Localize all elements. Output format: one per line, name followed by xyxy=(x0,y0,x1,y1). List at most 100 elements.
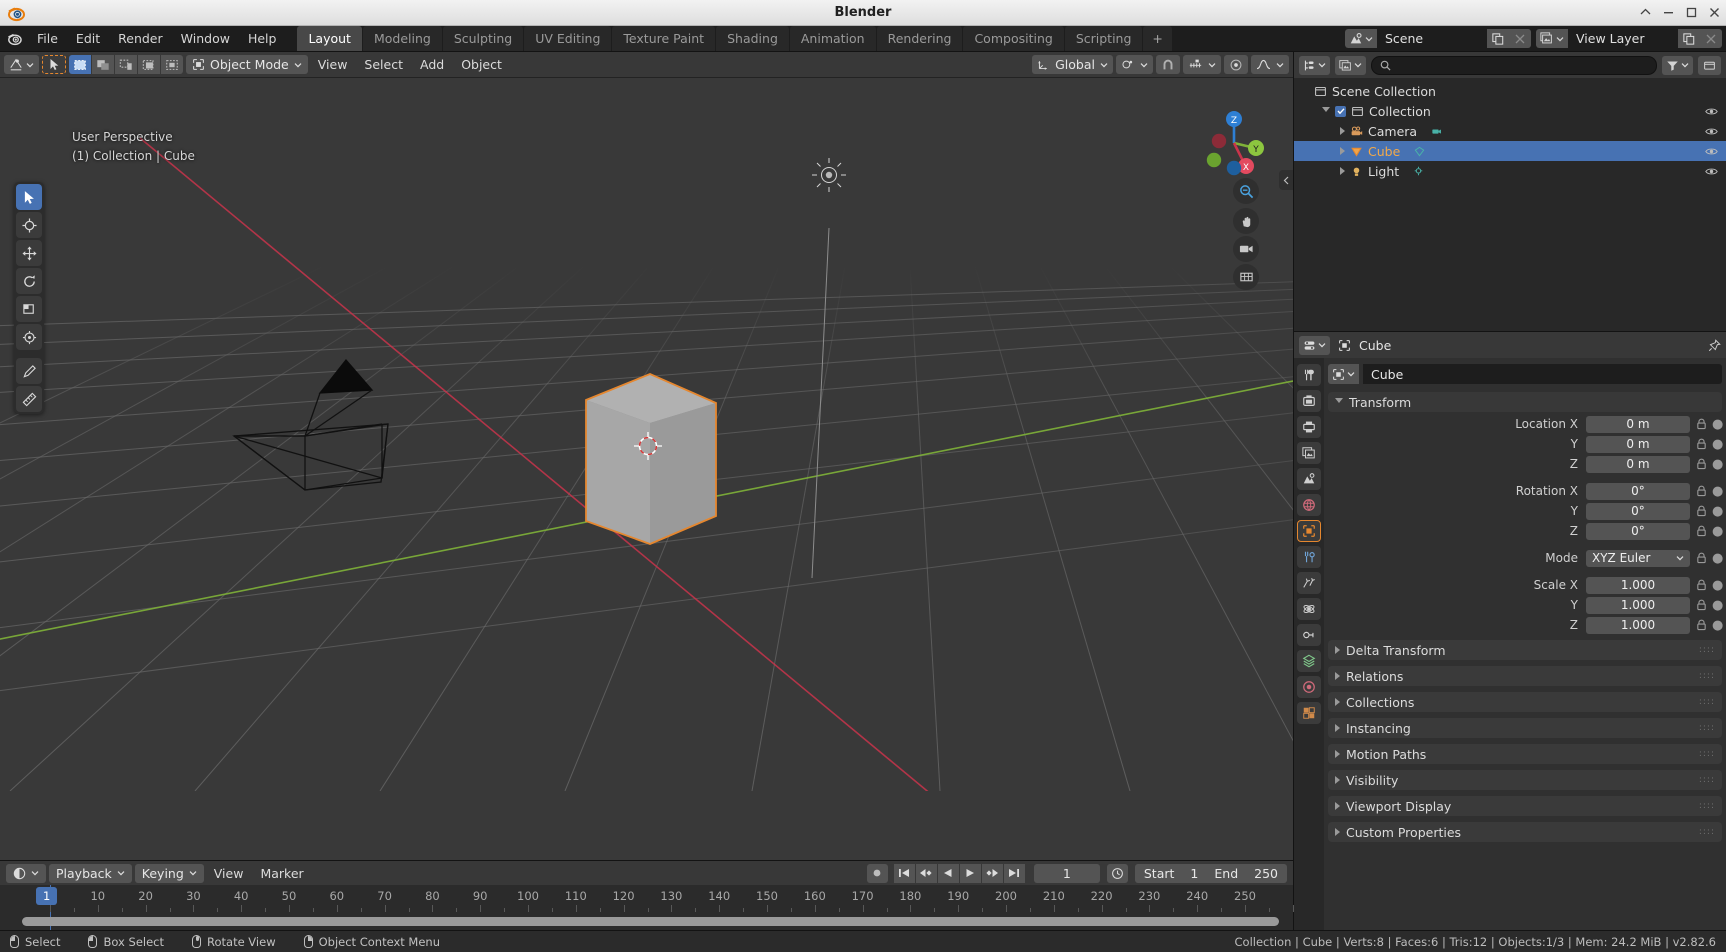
frame-range[interactable]: Start 1 End 250 xyxy=(1134,863,1287,883)
jump-start-icon[interactable] xyxy=(893,863,915,883)
field-value[interactable]: 1.000 xyxy=(1586,576,1690,594)
select-extend-icon[interactable] xyxy=(92,55,114,74)
transform-orientation-selector[interactable]: Global xyxy=(1032,55,1113,74)
start-value[interactable]: 1 xyxy=(1190,866,1198,881)
lock-icon[interactable] xyxy=(1694,417,1708,431)
animate-property-dot-icon[interactable]: ● xyxy=(1712,598,1723,613)
tab-shading[interactable]: Shading xyxy=(716,26,789,51)
window-controls[interactable] xyxy=(1640,7,1720,18)
transform-panel-header[interactable]: Transform xyxy=(1328,392,1722,412)
field-value[interactable]: 0 m xyxy=(1586,435,1690,453)
output-tab[interactable] xyxy=(1297,416,1321,438)
data-tab[interactable] xyxy=(1297,650,1321,672)
select-intersect-icon[interactable] xyxy=(161,55,183,74)
lock-icon[interactable] xyxy=(1694,504,1708,518)
object-icon[interactable] xyxy=(1328,364,1359,384)
tab-layout[interactable]: Layout xyxy=(297,26,362,51)
mesh-data-icon[interactable] xyxy=(1414,146,1425,157)
panel-delta-transform[interactable]: Delta Transform:::: xyxy=(1328,640,1722,660)
lock-icon[interactable] xyxy=(1694,437,1708,451)
menu-window[interactable]: Window xyxy=(172,26,239,51)
object-name-field[interactable]: Cube xyxy=(1363,364,1722,384)
navigation-gizmo[interactable]: Z Y X xyxy=(1199,108,1269,178)
visibility-eye-icon[interactable] xyxy=(1705,146,1718,157)
scene-selector[interactable]: Scene xyxy=(1345,29,1531,48)
select-subtract-icon[interactable] xyxy=(115,55,137,74)
new-view-layer-button[interactable] xyxy=(1678,29,1700,48)
filter-id-icon[interactable] xyxy=(1335,55,1366,75)
3d-viewport[interactable]: User Perspective (1) Collection | Cube Z… xyxy=(0,78,1293,860)
transform-tool[interactable] xyxy=(16,324,42,350)
rotate-tool[interactable] xyxy=(16,268,42,294)
chevron-down-icon[interactable] xyxy=(1322,106,1330,116)
lock-icon[interactable] xyxy=(1694,484,1708,498)
play-reverse-icon[interactable] xyxy=(937,863,959,883)
end-value[interactable]: 250 xyxy=(1254,866,1278,881)
field-value[interactable]: 1.000 xyxy=(1586,616,1690,634)
view-layer-name-field[interactable]: View Layer xyxy=(1568,29,1678,48)
camera-view-icon[interactable] xyxy=(1233,236,1259,262)
field-value[interactable]: 1.000 xyxy=(1586,596,1690,614)
animate-property-dot-icon[interactable]: ● xyxy=(1712,457,1723,472)
current-frame-field[interactable]: 1 xyxy=(1033,863,1100,883)
outliner-row-cube[interactable]: Cube xyxy=(1294,141,1726,161)
lock-icon[interactable] xyxy=(1694,598,1708,612)
panel-custom-properties[interactable]: Custom Properties:::: xyxy=(1328,822,1722,842)
outliner-row-scene-collection[interactable]: Scene Collection xyxy=(1294,81,1726,101)
animate-property-dot-icon[interactable]: ● xyxy=(1712,484,1723,499)
falloff-selector[interactable] xyxy=(1251,55,1289,74)
panel-viewport-display[interactable]: Viewport Display:::: xyxy=(1328,796,1722,816)
viewport-menu-object[interactable]: Object xyxy=(454,55,509,75)
object-mode-selector[interactable]: Object Mode xyxy=(186,55,308,74)
field-value[interactable]: 0 m xyxy=(1586,415,1690,433)
scale-tool[interactable] xyxy=(16,296,42,322)
record-icon[interactable] xyxy=(866,863,888,883)
menu-help[interactable]: Help xyxy=(239,26,286,51)
particles-tab[interactable] xyxy=(1297,572,1321,594)
window-extra-icon[interactable] xyxy=(1640,7,1651,18)
timeline-scrollbar[interactable] xyxy=(22,917,1279,926)
play-icon[interactable] xyxy=(959,863,981,883)
view-layer-tab[interactable] xyxy=(1297,442,1321,464)
playhead[interactable]: 1 xyxy=(36,887,58,905)
animate-property-dot-icon[interactable]: ● xyxy=(1712,504,1723,519)
timeline-keying-menu[interactable]: Keying xyxy=(134,863,204,883)
field-value[interactable]: 0° xyxy=(1586,522,1690,540)
constraints-tab[interactable] xyxy=(1297,624,1321,646)
object-tab[interactable] xyxy=(1297,520,1321,542)
panel-motion-paths[interactable]: Motion Paths:::: xyxy=(1328,744,1722,764)
new-scene-button[interactable] xyxy=(1487,29,1509,48)
add-workspace-button[interactable]: + xyxy=(1143,26,1172,51)
jump-end-icon[interactable] xyxy=(1003,863,1025,883)
timeline-editor-icon[interactable] xyxy=(6,863,46,883)
lock-icon[interactable] xyxy=(1694,457,1708,471)
auto-key-clock-icon[interactable] xyxy=(1106,863,1128,883)
select-box-icon[interactable] xyxy=(69,55,91,74)
viewport-menu-add[interactable]: Add xyxy=(413,55,451,75)
measure-tool[interactable] xyxy=(16,386,42,412)
field-value[interactable]: 0 m xyxy=(1586,455,1690,473)
blender-icon[interactable] xyxy=(0,26,28,51)
menu-file[interactable]: File xyxy=(28,26,67,51)
animate-property-dot-icon[interactable]: ● xyxy=(1712,551,1723,566)
panel-collections[interactable]: Collections:::: xyxy=(1328,692,1722,712)
scene-tab[interactable] xyxy=(1297,468,1321,490)
cursor-tool[interactable] xyxy=(16,212,42,238)
lock-icon[interactable] xyxy=(1694,524,1708,538)
remove-view-layer-button[interactable] xyxy=(1700,29,1722,48)
physics-tab[interactable] xyxy=(1297,598,1321,620)
outliner-tree[interactable]: Scene Collection Collection Camera Cube Ligh… xyxy=(1294,78,1726,331)
outliner-row-camera[interactable]: Camera xyxy=(1294,121,1726,141)
scene-icon[interactable] xyxy=(1345,29,1377,48)
new-collection-icon[interactable] xyxy=(1698,55,1721,75)
chevron-right-icon[interactable] xyxy=(1340,167,1345,175)
close-icon[interactable] xyxy=(1709,7,1720,18)
search-input[interactable] xyxy=(1371,55,1657,75)
pivot-point-selector[interactable] xyxy=(1116,55,1153,74)
sidebar-expand-arrow[interactable] xyxy=(1279,170,1293,190)
lock-icon[interactable] xyxy=(1694,578,1708,592)
viewport-menu-view[interactable]: View xyxy=(311,55,355,75)
light-data-icon[interactable] xyxy=(1413,166,1424,177)
render-tab[interactable] xyxy=(1297,390,1321,412)
panel-visibility[interactable]: Visibility:::: xyxy=(1328,770,1722,790)
